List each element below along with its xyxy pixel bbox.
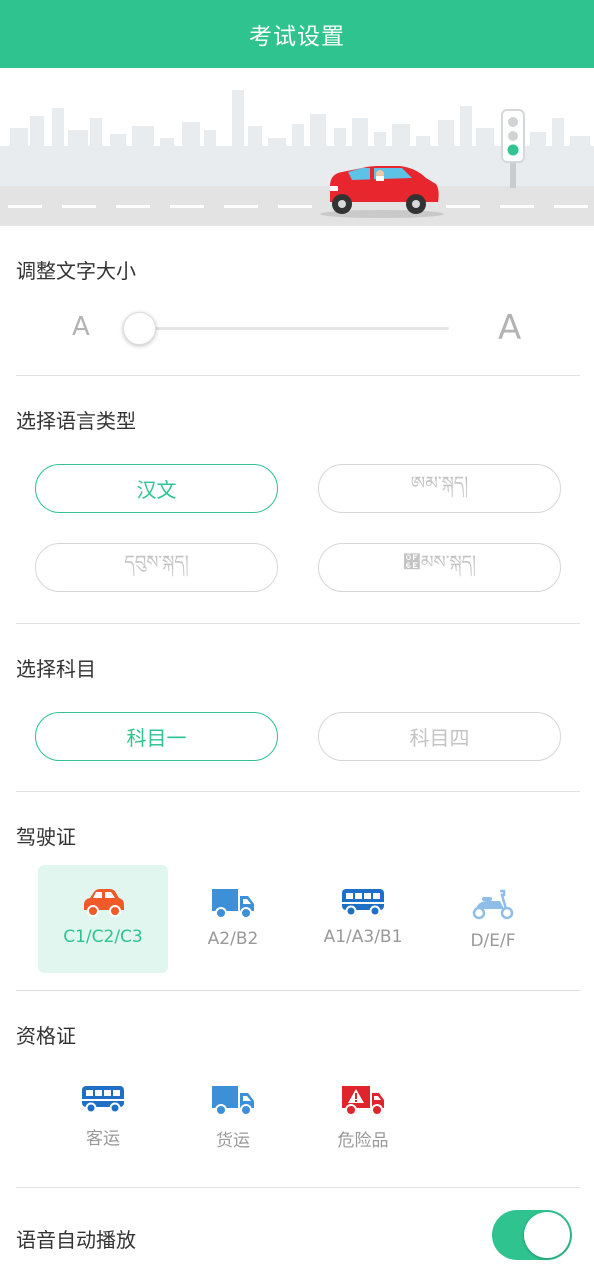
qualification-option-hazardous[interactable]: 危险品: [298, 1084, 428, 1174]
language-title: 选择语言类型: [16, 409, 136, 433]
qualification-option-label: 危险品: [337, 1131, 389, 1151]
license-option-d[interactable]: D/E/F: [428, 865, 558, 973]
car-icon: [84, 889, 124, 917]
license-title: 驾驶证: [16, 825, 76, 849]
language-option-label: ཨམ་སྐད།: [410, 472, 469, 494]
font-size-title: 调整文字大小: [16, 259, 136, 283]
divider: [16, 623, 580, 624]
language-option-chinese[interactable]: 汉文: [35, 464, 278, 513]
license-option-label: C1/C2/C3: [63, 927, 143, 947]
bus-icon: [82, 1086, 124, 1114]
language-option-amdo[interactable]: ཨམ་སྐད།: [318, 464, 561, 513]
subject-option-label: 科目四: [409, 726, 470, 750]
qualification-option-label: 货运: [216, 1131, 250, 1151]
header-bar: 考试设置: [0, 0, 594, 68]
qualification-option-label: 客运: [86, 1129, 120, 1149]
large-font-label: A: [498, 308, 522, 348]
voice-autoplay-toggle[interactable]: [492, 1210, 572, 1260]
language-option-label: དབུས་སྐད།: [124, 551, 189, 573]
license-option-a[interactable]: A1/A3/B1: [298, 865, 428, 973]
license-option-label: D/E/F: [470, 931, 516, 951]
truck-icon: [212, 889, 254, 919]
banner-illustration: [0, 68, 594, 226]
qualification-title: 资格证: [16, 1024, 76, 1048]
language-option-label: ཮མས་སྐད།: [402, 551, 477, 573]
language-option-label: 汉文: [136, 478, 177, 502]
hazard-truck-icon: [342, 1086, 384, 1116]
small-font-label: A: [72, 312, 90, 342]
divider: [16, 990, 580, 991]
subject-option-label: 科目一: [126, 726, 187, 750]
qualification-option-freight[interactable]: 货运: [168, 1084, 298, 1174]
qualification-option-passenger[interactable]: 客运: [38, 1084, 168, 1174]
toggle-knob: [524, 1212, 570, 1258]
language-option-kham[interactable]: ཮མས་སྐད།: [318, 543, 561, 592]
font-size-slider-thumb[interactable]: [123, 312, 156, 345]
language-option-u-tsang[interactable]: དབུས་སྐད།: [35, 543, 278, 592]
divider: [16, 1187, 580, 1188]
truck-icon: [212, 1086, 254, 1116]
bus-icon: [342, 889, 384, 917]
subject-option-1[interactable]: 科目一: [35, 712, 278, 761]
subject-option-4[interactable]: 科目四: [318, 712, 561, 761]
page-title: 考试设置: [249, 24, 345, 50]
license-option-label: A2/B2: [207, 929, 259, 949]
divider: [16, 791, 580, 792]
divider: [16, 375, 580, 376]
license-option-b[interactable]: A2/B2: [168, 865, 298, 973]
subject-title: 选择科目: [16, 657, 96, 681]
license-option-c[interactable]: C1/C2/C3: [38, 865, 168, 973]
license-option-label: A1/A3/B1: [323, 927, 403, 947]
scooter-icon: [472, 889, 514, 920]
font-size-slider-track[interactable]: [139, 327, 449, 330]
voice-autoplay-title: 语音自动播放: [16, 1228, 136, 1252]
